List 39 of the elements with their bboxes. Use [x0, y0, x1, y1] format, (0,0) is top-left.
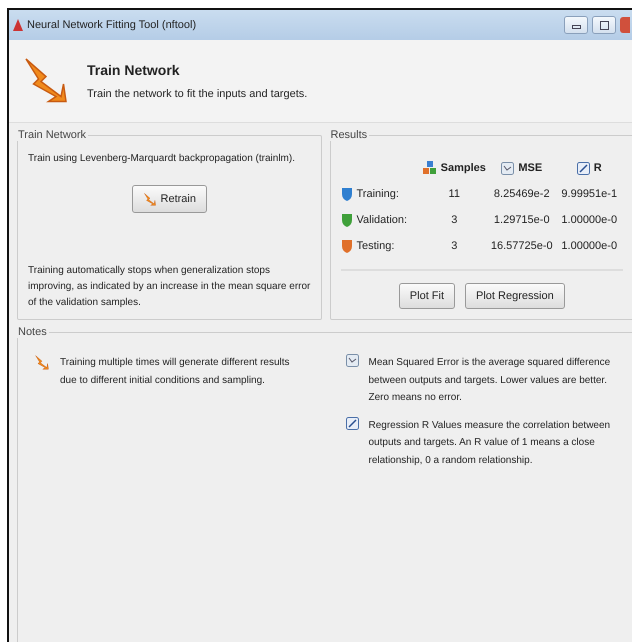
- panel-title: Train Network: [17, 129, 88, 141]
- column-header: Samples: [420, 161, 488, 175]
- lightning-icon: [34, 354, 50, 370]
- lightning-icon: [142, 192, 157, 206]
- row-label: Validation:: [356, 214, 408, 226]
- note-text: Regression R Values measure the correlation between outputs and targets. An R value of 1 means a close relationship, 0 a random relationship.: [368, 418, 612, 468]
- table-cell-text: 9.99951e-1: [560, 188, 618, 200]
- window-title: Neural Network Fitting Tool (nftool): [27, 19, 198, 31]
- app-icon: [13, 19, 23, 31]
- page-subtitle: Train the network to fit the inputs and targets.: [87, 88, 308, 100]
- table-cell-text: 8.25469e-2: [492, 188, 551, 200]
- page-title: Train Network: [87, 62, 181, 78]
- column-header: MSE: [488, 162, 556, 174]
- table-cell-text: 1.00000e-0: [560, 214, 618, 226]
- retrain-button[interactable]: Retrain: [132, 185, 207, 213]
- panel-title: Results: [330, 129, 368, 141]
- pencil-icon: [346, 416, 358, 430]
- description-text: Train using Levenberg-Marquardt backpropagation (trainlm).: [28, 152, 296, 166]
- plot-button[interactable]: Plot Regression: [465, 283, 565, 309]
- table-cell-text: 16.57725e-0: [490, 240, 554, 252]
- info-text: Training automatically stops when generalization stops improving, as indicated by an increase in the mean square error of the validation samples.: [28, 264, 310, 310]
- panel-title: Notes: [17, 326, 48, 338]
- table-cell-text: 1.29715e-0: [492, 214, 551, 226]
- maximize-button[interactable]: [592, 16, 616, 34]
- cubes-icon: [422, 161, 437, 175]
- note-text: Mean Squared Error is the average squared difference between outputs and targets. Lower values are better. Zero means no error.: [368, 356, 612, 405]
- chart-icon: [346, 354, 358, 367]
- table-cell-text: 11: [448, 188, 461, 200]
- chart-icon: [501, 162, 514, 174]
- table-cell-text: 1.00000e-0: [560, 240, 618, 252]
- table-cell-text: 3: [450, 240, 458, 252]
- pencil-icon: [576, 162, 590, 174]
- plot-button[interactable]: Plot Fit: [398, 283, 456, 309]
- row-label: Testing:: [356, 240, 394, 252]
- column-header: R: [556, 162, 623, 174]
- note-text: Training multiple times will generate different results due to different initial conditions and sampling.: [60, 356, 291, 388]
- minimize-button[interactable]: [564, 16, 588, 34]
- table-cell-text: 3: [450, 214, 458, 226]
- row-label: Training:: [356, 188, 399, 200]
